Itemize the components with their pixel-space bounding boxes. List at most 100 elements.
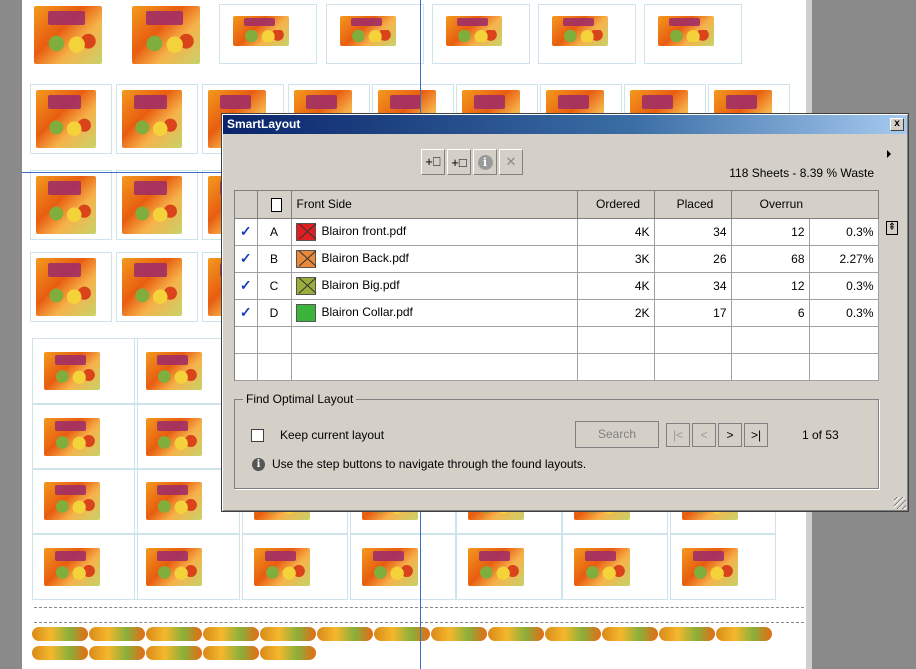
table-row-empty[interactable]: [235, 353, 879, 381]
placed-label: [658, 16, 714, 46]
placed-label: [468, 548, 524, 586]
placed-label: [44, 482, 100, 520]
table-row[interactable]: ✓ A Blairon front.pdf 4K 34 12 0.3%: [235, 218, 879, 246]
menu-arrow-icon[interactable]: [887, 150, 891, 158]
table-row[interactable]: ✓ D Blairon Collar.pdf 2K 17 6 0.3%: [235, 299, 879, 327]
row-check[interactable]: ✓: [235, 218, 258, 246]
row-overrun: 12: [731, 272, 810, 300]
placed-collar: [146, 627, 202, 641]
color-swatch[interactable]: [295, 303, 316, 322]
canvas-left-margin: [0, 0, 22, 669]
row-id: A: [257, 218, 292, 246]
dialog-toolbar: +⎕ +□ i ✕: [421, 149, 523, 177]
row-check[interactable]: ✓: [235, 245, 258, 273]
keep-current-layout-label[interactable]: Keep current layout: [280, 428, 384, 442]
resize-grip-icon[interactable]: [894, 497, 906, 509]
placed-collar: [89, 646, 145, 660]
dialog-title: SmartLayout: [227, 117, 301, 131]
row-overrun: 12: [731, 218, 810, 246]
placed-label: [552, 16, 608, 46]
next-layout-button[interactable]: >: [718, 423, 742, 447]
placed-collar: [89, 627, 145, 641]
row-check[interactable]: ✓: [235, 272, 258, 300]
placed-label: [36, 90, 96, 148]
placed-collar: [659, 627, 715, 641]
placed-label: [34, 6, 102, 64]
search-button[interactable]: Search: [575, 421, 659, 448]
add-layout-button[interactable]: +⎕: [421, 149, 445, 175]
header-check[interactable]: [235, 191, 258, 219]
smartlayout-dialog: SmartLayout x +⎕ +□ i ✕ 118 Sheets - 8.3…: [221, 113, 909, 512]
first-layout-button[interactable]: |<: [666, 423, 690, 447]
placed-collar: [374, 627, 430, 641]
placed-label: [36, 176, 96, 234]
placed-label: [132, 6, 200, 64]
row-placed: 26: [654, 245, 732, 273]
row-ordered: 2K: [577, 299, 655, 327]
placed-collar: [32, 646, 88, 660]
add-rectangle-icon: +□: [451, 154, 467, 170]
placed-label: [574, 548, 630, 586]
placed-collar: [32, 627, 88, 641]
dialog-titlebar[interactable]: SmartLayout x: [223, 115, 907, 134]
placed-collar: [431, 627, 487, 641]
header-placed[interactable]: Placed: [654, 191, 732, 219]
placed-label: [446, 16, 502, 46]
header-page-icon-col[interactable]: [257, 191, 292, 219]
placed-label: [44, 548, 100, 586]
placed-collar: [488, 627, 544, 641]
previous-layout-button[interactable]: <: [692, 423, 716, 447]
row-check[interactable]: ✓: [235, 299, 258, 327]
color-swatch[interactable]: [295, 276, 316, 295]
placed-label: [122, 176, 182, 234]
color-swatch[interactable]: [295, 249, 316, 268]
header-ordered[interactable]: Ordered: [577, 191, 655, 219]
placed-label: [36, 258, 96, 316]
row-overrun: 68: [731, 245, 810, 273]
header-overrun-pct[interactable]: [809, 191, 879, 219]
placed-collar: [146, 646, 202, 660]
placed-label: [362, 548, 418, 586]
pin-icon[interactable]: ⇞: [886, 221, 898, 235]
add-sheet-button[interactable]: +□: [447, 149, 471, 175]
layout-table: Front Side Ordered Placed Overrun ✓ A Bl…: [234, 190, 879, 381]
cut-line: [34, 607, 804, 608]
row-file-name: Blairon Collar.pdf: [321, 304, 413, 319]
find-optimal-layout-group: Find Optimal Layout Keep current layout …: [234, 392, 879, 489]
row-overrun-pct: 0.3%: [809, 299, 879, 327]
close-button[interactable]: x: [890, 118, 904, 131]
placed-collar: [260, 646, 316, 660]
row-ordered: 4K: [577, 218, 655, 246]
last-layout-button[interactable]: >|: [744, 423, 768, 447]
table-row[interactable]: ✓ B Blairon Back.pdf 3K 26 68 2.27%: [235, 245, 879, 273]
step-buttons: |< < > >|: [666, 423, 768, 447]
keep-current-layout-checkbox[interactable]: [251, 429, 264, 442]
placed-collar: [545, 627, 601, 641]
row-ordered: 4K: [577, 272, 655, 300]
placed-label: [340, 16, 396, 46]
placed-label: [233, 16, 289, 46]
placed-label: [122, 90, 182, 148]
row-placed: 34: [654, 272, 732, 300]
color-swatch[interactable]: [295, 222, 316, 241]
row-overrun-pct: 0.3%: [809, 218, 879, 246]
table-row-empty[interactable]: [235, 326, 879, 354]
row-id: C: [257, 272, 292, 300]
info-icon: i: [477, 154, 493, 170]
info-button[interactable]: i: [473, 149, 497, 175]
delete-icon: ✕: [505, 154, 517, 169]
delete-button[interactable]: ✕: [499, 149, 523, 175]
table-row[interactable]: ✓ C Blairon Big.pdf 4K 34 12 0.3%: [235, 272, 879, 300]
placed-label: [146, 352, 202, 390]
placed-collar: [602, 627, 658, 641]
placed-collar: [260, 627, 316, 641]
row-file-name: Blairon Big.pdf: [321, 277, 400, 292]
row-front-side: Blairon Collar.pdf: [291, 299, 578, 327]
row-front-side: Blairon Back.pdf: [291, 245, 578, 273]
placed-label: [122, 258, 182, 316]
header-overrun[interactable]: Overrun: [731, 191, 809, 219]
header-front-side[interactable]: Front Side: [291, 191, 578, 219]
placed-label: [44, 418, 100, 456]
info-icon: i: [252, 458, 265, 471]
placed-collar: [203, 627, 259, 641]
